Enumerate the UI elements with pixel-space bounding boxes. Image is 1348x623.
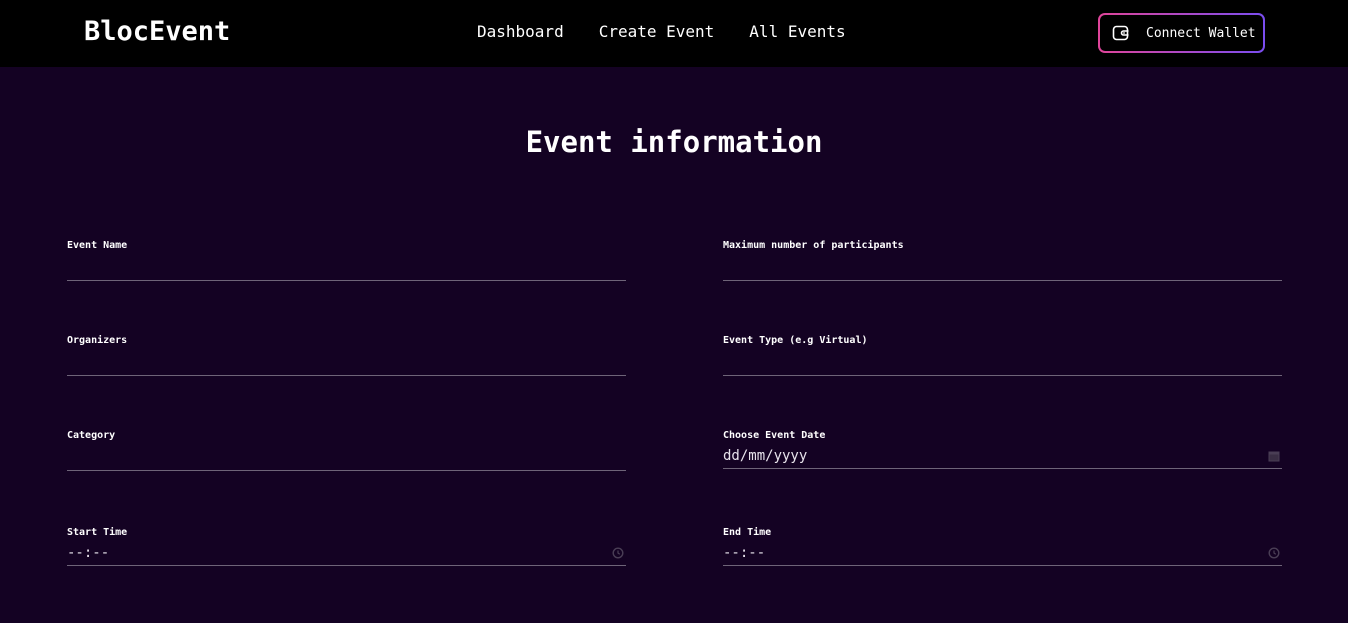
connect-wallet-button[interactable]: Connect Wallet [1098, 13, 1265, 53]
top-navigation-bar: BlocEvent Dashboard Create Event All Eve… [0, 0, 1348, 67]
event-name-input[interactable] [67, 259, 626, 281]
nav-link-all-events[interactable]: All Events [749, 22, 845, 41]
organizers-input[interactable] [67, 354, 626, 376]
nav-link-create-event[interactable]: Create Event [599, 22, 715, 41]
end-time-input[interactable]: --:-- [723, 541, 1282, 566]
page-title: Event information [525, 125, 823, 159]
connect-wallet-label: Connect Wallet [1146, 25, 1256, 41]
event-date-placeholder: dd/mm/yyyy [723, 448, 808, 464]
start-time-label: Start Time [67, 527, 128, 538]
end-time-field: End Time --:-- [723, 527, 1282, 566]
organizers-field: Organizers [67, 335, 626, 376]
end-time-placeholder: --:-- [723, 545, 766, 561]
category-label: Category [67, 430, 116, 441]
calendar-icon[interactable] [1268, 450, 1280, 462]
event-name-label: Event Name [67, 240, 128, 251]
event-date-label: Choose Event Date [723, 430, 826, 441]
max-participants-label: Maximum number of participants [723, 240, 904, 251]
start-time-input[interactable]: --:-- [67, 541, 626, 566]
event-type-field: Event Type (e.g Virtual) [723, 335, 1282, 376]
start-time-field: Start Time --:-- [67, 527, 626, 566]
clock-icon[interactable] [612, 547, 624, 559]
event-date-input[interactable]: dd/mm/yyyy [723, 444, 1282, 469]
event-name-field: Event Name [67, 240, 626, 281]
organizers-label: Organizers [67, 335, 128, 346]
max-participants-field: Maximum number of participants [723, 240, 1282, 281]
start-time-placeholder: --:-- [67, 545, 110, 561]
event-type-label: Event Type (e.g Virtual) [723, 335, 868, 346]
nav-link-dashboard[interactable]: Dashboard [477, 22, 564, 41]
brand-logo[interactable]: BlocEvent [84, 16, 230, 47]
category-field: Category [67, 430, 626, 471]
event-date-field: Choose Event Date dd/mm/yyyy [723, 430, 1282, 469]
event-type-input[interactable] [723, 354, 1282, 376]
max-participants-input[interactable] [723, 259, 1282, 281]
wallet-icon [1112, 24, 1130, 42]
clock-icon[interactable] [1268, 547, 1280, 559]
category-input[interactable] [67, 449, 626, 471]
main-nav: Dashboard Create Event All Events [477, 22, 846, 41]
end-time-label: End Time [723, 527, 772, 538]
